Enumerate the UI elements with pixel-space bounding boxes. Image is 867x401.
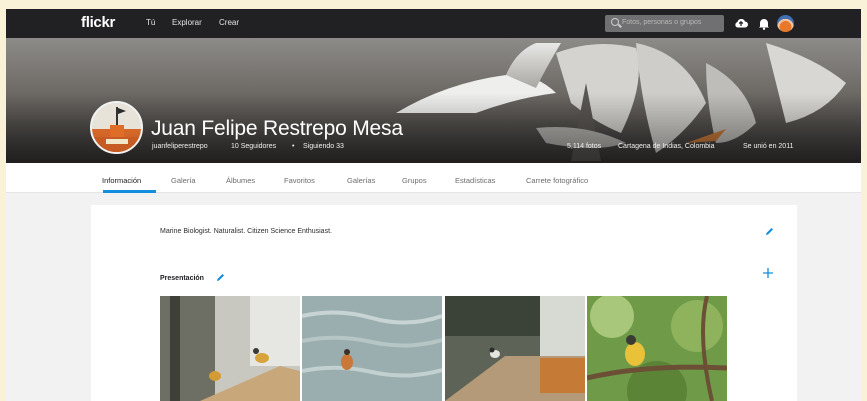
tab-estadisticas[interactable]: Estadísticas xyxy=(455,176,495,185)
photo-count: 5,114 fotos xyxy=(567,143,602,150)
tab-carrete-fotografico[interactable]: Carrete fotográfico xyxy=(526,176,588,185)
stats-separator: • xyxy=(292,143,295,150)
showcase-photo-4[interactable] xyxy=(587,296,727,401)
tab-informacion[interactable]: Información xyxy=(102,176,141,185)
photo-bird-in-water xyxy=(302,296,442,401)
showcase-photo-2[interactable] xyxy=(302,296,442,401)
tab-galerias[interactable]: Galerías xyxy=(347,176,375,185)
user-avatar[interactable] xyxy=(777,15,794,32)
profile-name: Juan Felipe Restrepo Mesa xyxy=(151,117,403,140)
tab-albumes[interactable]: Álbumes xyxy=(226,176,255,185)
photo-bird-on-branch xyxy=(587,296,727,401)
nav-link-tu[interactable]: Tú xyxy=(146,18,155,27)
search-input[interactable]: Fotos, personas o grupos xyxy=(605,15,724,32)
profile-username: juanfeliperestrepo xyxy=(152,143,208,150)
nav-link-explorar[interactable]: Explorar xyxy=(172,18,202,27)
followers-count[interactable]: 10 Seguidores xyxy=(231,143,276,150)
photo-bird-on-rail xyxy=(445,296,585,401)
edit-bio-pencil-icon[interactable] xyxy=(765,227,774,236)
profile-location: Cartagena de Indias, Colombia xyxy=(618,143,715,150)
top-nav: flickr Tú Explorar Crear Fotos, personas… xyxy=(6,9,861,38)
showcase-title: Presentación xyxy=(160,275,204,282)
photo-bird-on-wall xyxy=(160,296,300,401)
tab-favoritos[interactable]: Favoritos xyxy=(284,176,315,185)
search-placeholder: Fotos, personas o grupos xyxy=(622,19,702,26)
tab-grupos[interactable]: Grupos xyxy=(402,176,427,185)
showcase-photo-3[interactable] xyxy=(445,296,585,401)
showcase-photo-1[interactable] xyxy=(160,296,300,401)
flickr-logo[interactable]: flickr xyxy=(81,14,115,31)
bell-icon[interactable] xyxy=(758,17,770,30)
upload-icon[interactable] xyxy=(734,17,748,29)
following-count[interactable]: Siguiendo 33 xyxy=(303,143,344,150)
tab-galeria[interactable]: Galería xyxy=(171,176,196,185)
edit-showcase-pencil-icon[interactable] xyxy=(216,273,225,282)
search-icon xyxy=(611,18,619,26)
nav-link-crear[interactable]: Crear xyxy=(219,18,239,27)
bio-text: Marine Biologist. Naturalist. Citizen Sc… xyxy=(160,228,332,235)
cover-photo: Juan Felipe Restrepo Mesa juanfeliperest… xyxy=(6,38,861,163)
join-date: Se unió en 2011 xyxy=(743,143,794,150)
about-card: Marine Biologist. Naturalist. Citizen Sc… xyxy=(91,205,797,401)
profile-avatar[interactable] xyxy=(90,101,143,154)
add-photo-plus-icon[interactable] xyxy=(762,267,774,279)
profile-tabs: Información Galería Álbumes Favoritos Ga… xyxy=(6,163,861,193)
